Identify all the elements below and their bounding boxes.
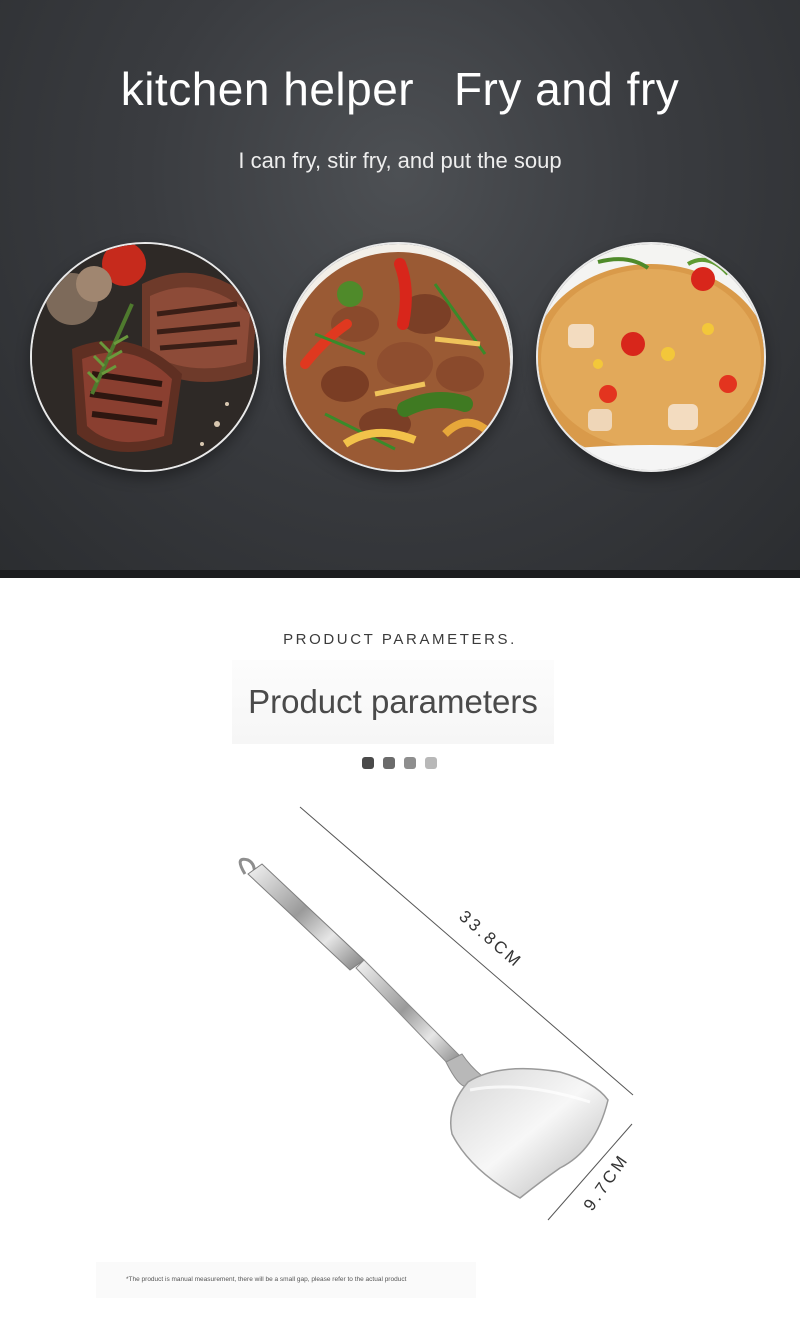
- fried-rice-dish-image: [536, 242, 766, 472]
- hero-subtitle: I can fry, stir fry, and put the soup: [238, 148, 562, 173]
- section-kicker: PRODUCT PARAMETERS.: [283, 631, 517, 648]
- fried-rice-illustration: [538, 244, 764, 470]
- stir-fry-illustration: [285, 244, 511, 470]
- steak-dish-image: [30, 242, 260, 472]
- hero-bottom-edge: [0, 570, 800, 578]
- steak-illustration: [32, 244, 258, 470]
- hero-banner: kitchen helper Fry and fry I can fry, st…: [0, 0, 800, 578]
- width-label: 9.7CM: [580, 1150, 633, 1214]
- length-label: 33.8CM: [455, 907, 526, 972]
- spatula-image: [238, 857, 609, 1199]
- hero-title: kitchen helper Fry and fry: [120, 63, 680, 115]
- section-title: Product parameters: [232, 660, 554, 744]
- stir-fry-dish-image: [283, 242, 513, 472]
- divider-dot: [383, 757, 395, 769]
- measurement-note: *The product is manual measurement, ther…: [96, 1262, 476, 1298]
- spatula-dimension-diagram: 33.8CM 9.7CM: [238, 806, 634, 1221]
- divider-dot: [425, 757, 437, 769]
- product-diagram: 33.8CM 9.7CM: [0, 790, 800, 1260]
- section-divider-dots: [362, 757, 437, 769]
- divider-dot: [404, 757, 416, 769]
- divider-dot: [362, 757, 374, 769]
